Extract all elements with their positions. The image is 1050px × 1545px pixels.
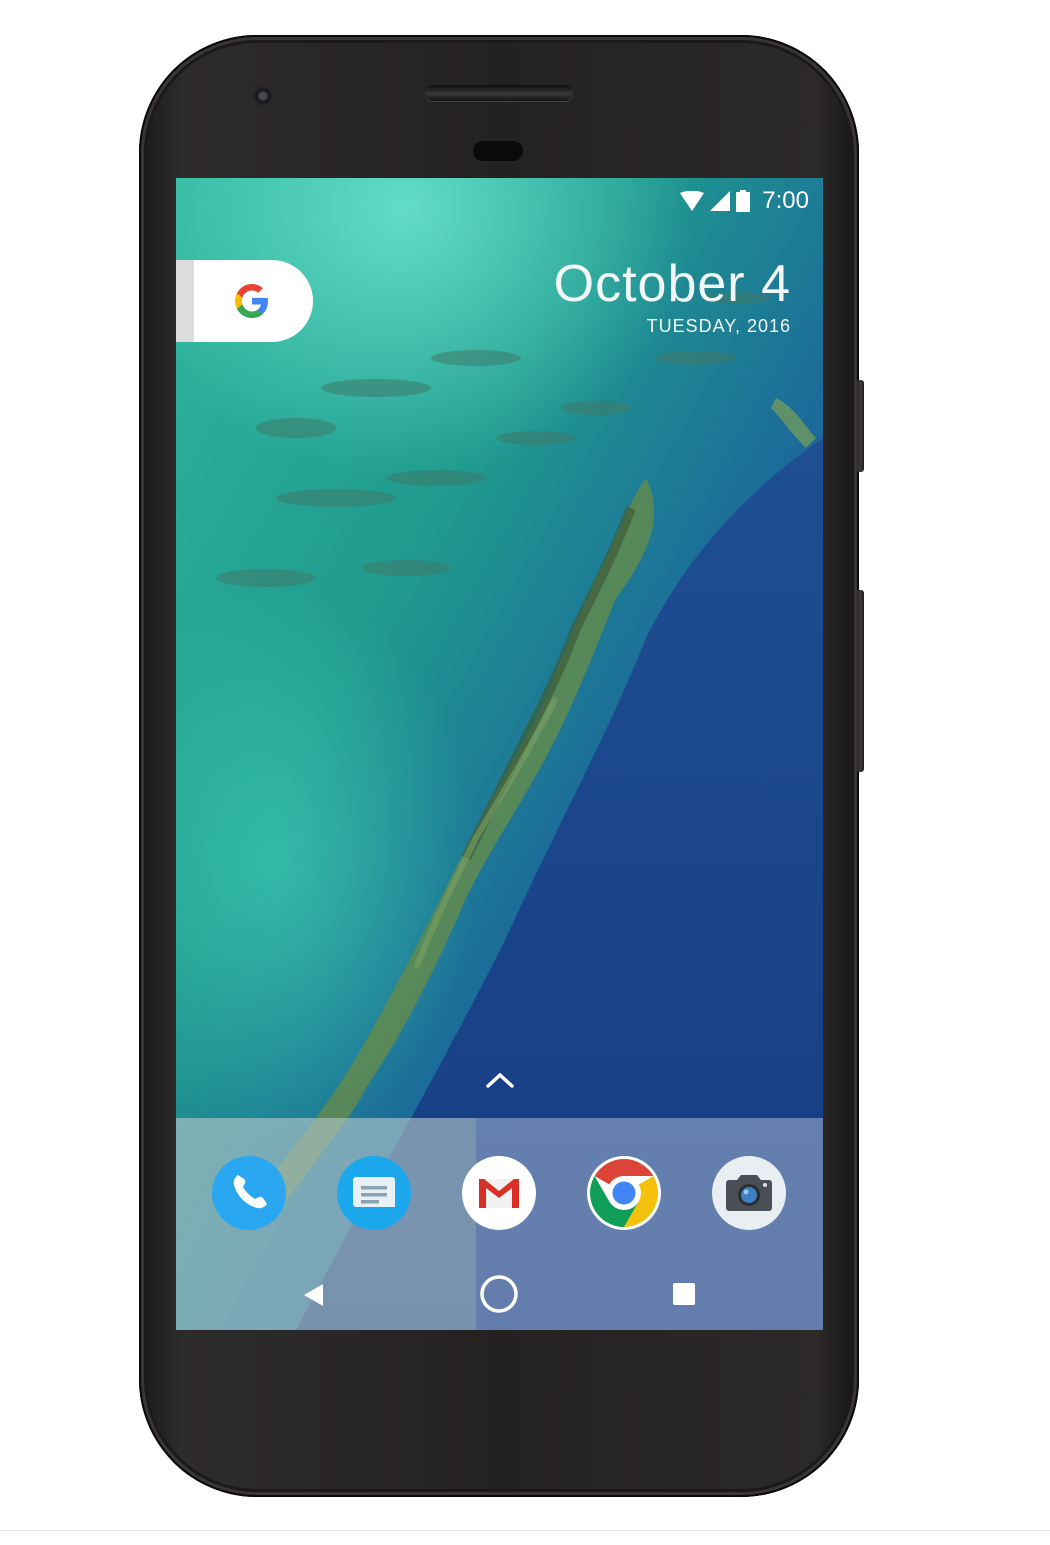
- home-screen: 7:00 October 4 TUESDAY, 2016: [176, 178, 823, 1330]
- volume-rocker: [857, 590, 864, 772]
- battery-icon: [736, 190, 751, 212]
- power-button: [857, 380, 864, 472]
- google-g-icon: [234, 284, 268, 318]
- chevron-up-icon[interactable]: [482, 1070, 518, 1090]
- earpiece-speaker: [425, 85, 573, 101]
- cellular-signal-icon: [710, 191, 731, 211]
- home-icon[interactable]: [478, 1273, 520, 1315]
- back-icon[interactable]: [301, 1281, 327, 1309]
- phone-icon[interactable]: [211, 1155, 287, 1231]
- date-label: October 4: [553, 255, 791, 313]
- weekday-year-label: TUESDAY, 2016: [646, 316, 791, 336]
- messages-icon[interactable]: [336, 1155, 412, 1231]
- chrome-icon[interactable]: [586, 1155, 662, 1231]
- camera-icon[interactable]: [711, 1155, 787, 1231]
- wifi-icon: [680, 191, 705, 211]
- google-search-pill[interactable]: [176, 260, 313, 342]
- gmail-icon[interactable]: [461, 1155, 537, 1231]
- page-divider: [0, 1530, 1050, 1531]
- date-widget[interactable]: October 4 TUESDAY, 2016: [554, 254, 791, 337]
- recents-icon[interactable]: [672, 1282, 696, 1306]
- proximity-sensor: [473, 141, 523, 161]
- front-camera: [251, 84, 275, 108]
- status-bar: 7:00: [680, 184, 809, 218]
- dock: [176, 1118, 823, 1330]
- status-time: 7:00: [762, 187, 809, 214]
- product-photo-stage: 7:00 October 4 TUESDAY, 2016: [0, 0, 1050, 1545]
